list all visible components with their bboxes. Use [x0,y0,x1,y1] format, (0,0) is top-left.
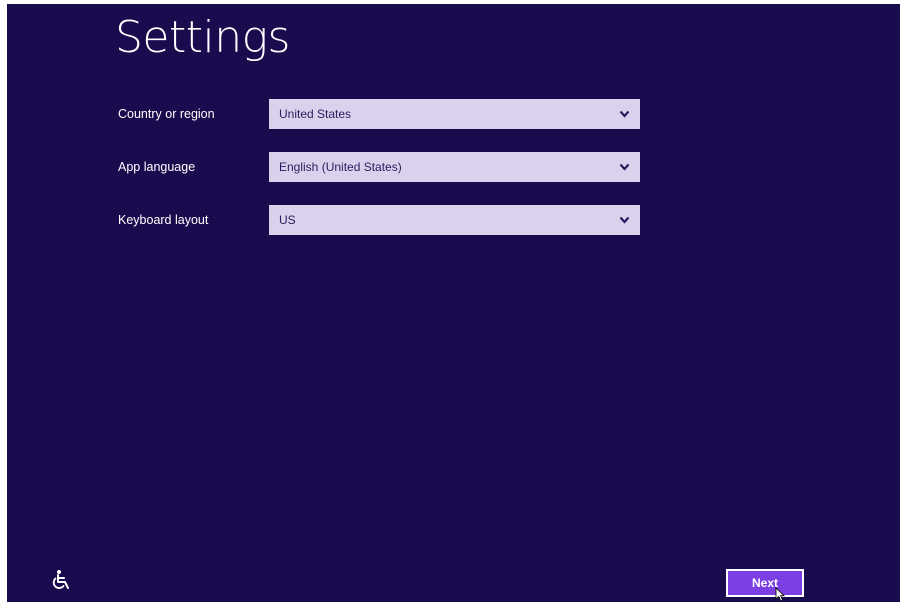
chevron-down-icon [619,216,630,224]
app-language-select[interactable]: English (United States) [269,152,640,182]
keyboard-layout-label: Keyboard layout [118,213,209,227]
chevron-down-icon [619,163,630,171]
country-select[interactable]: United States [269,99,640,129]
keyboard-layout-select-value: US [279,213,296,227]
country-row: Country or region United States [7,99,900,129]
app-language-label: App language [118,160,196,174]
app-language-select-value: English (United States) [279,160,402,174]
keyboard-layout-select[interactable]: US [269,205,640,235]
keyboard-layout-row: Keyboard layout US [7,205,900,235]
ease-of-access-icon[interactable] [51,569,73,591]
app-language-row: App language English (United States) [7,152,900,182]
page-title: Settings [115,12,290,63]
country-label: Country or region [118,107,215,121]
next-button[interactable]: Next [726,569,804,597]
chevron-down-icon [619,110,630,118]
country-select-value: United States [279,107,352,121]
setup-screen: Settings Country or region United States… [7,4,900,602]
